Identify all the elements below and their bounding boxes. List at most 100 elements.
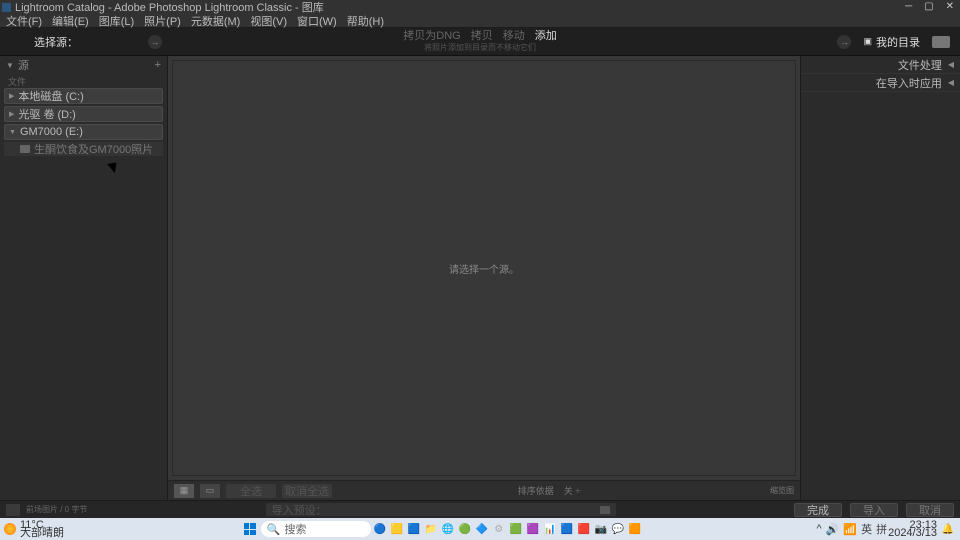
files-section-label: 文件 xyxy=(0,74,167,88)
copy-option[interactable]: 拷贝 xyxy=(471,31,493,42)
chevron-left-icon: ◀ xyxy=(948,60,954,69)
minimize-button[interactable]: ─ xyxy=(905,2,912,12)
menu-help[interactable]: 帮助(H) xyxy=(347,13,384,29)
window-controls: ─ ▢ ✕ xyxy=(905,2,958,12)
taskbar-app-icon[interactable]: ⚙ xyxy=(491,521,507,537)
taskbar-app-icon[interactable]: 🟦 xyxy=(559,521,575,537)
folder-label: 生酮饮食及GM7000照片 xyxy=(34,141,153,157)
taskbar-app-icon[interactable]: 📁 xyxy=(423,521,439,537)
search-placeholder: 搜索 xyxy=(284,521,306,537)
menu-edit[interactable]: 编辑(E) xyxy=(52,13,89,29)
thumbnail-zoom-label: 缩览图 xyxy=(770,487,794,495)
taskbar-app-icon[interactable]: 🔵 xyxy=(372,521,388,537)
windows-taskbar: 11°C 大部晴朗 🔍 搜索 🔵 🟨 🟦 📁 🌐 🟢 🔷 ⚙ 🟩 🟪 📊 🟦 🟥… xyxy=(0,518,960,540)
select-source-label: 选择源： xyxy=(34,34,78,50)
taskbar-app-icon[interactable]: 📊 xyxy=(542,521,558,537)
drive-label: 光驱 卷 (D:) xyxy=(18,106,75,122)
start-button[interactable] xyxy=(240,521,260,537)
source-arrow-button[interactable]: → xyxy=(148,35,162,49)
preview-area: 请选择一个源。 ▦ ▭ 全选 取消全选 排序依据 关 ÷ 缩览图 xyxy=(168,56,800,500)
menu-window[interactable]: 窗口(W) xyxy=(297,13,337,29)
sort-label: 排序依据 xyxy=(518,484,554,497)
add-option[interactable]: 添加 xyxy=(535,31,557,42)
clock-date: 2024/3/13 xyxy=(888,529,937,537)
bottom-bar: 前场图片 / 0 字节 导入预设： 完成 导入 取消 xyxy=(0,500,960,518)
taskbar-app-icon[interactable]: 🟢 xyxy=(457,521,473,537)
right-panel: 文件处理 ◀ 在导入时应用 ◀ xyxy=(800,56,960,500)
done-button[interactable]: 完成 xyxy=(794,503,842,517)
notifications-button[interactable]: 🔔 xyxy=(940,521,956,537)
menu-file[interactable]: 文件(F) xyxy=(6,13,42,29)
menu-library[interactable]: 图库(L) xyxy=(99,13,134,29)
grid-view-button[interactable]: ▦ xyxy=(174,484,194,498)
destination-label: 我的目录 xyxy=(876,34,920,50)
taskbar-app-icon[interactable]: 🌐 xyxy=(440,521,456,537)
minimize-panel-button[interactable] xyxy=(6,504,20,516)
taskbar-app-icon[interactable]: 🟧 xyxy=(627,521,643,537)
dest-arrow-button[interactable]: → xyxy=(837,35,851,49)
menu-photo[interactable]: 照片(P) xyxy=(144,13,181,29)
apply-during-import-section[interactable]: 在导入时应用 ◀ xyxy=(801,74,960,92)
app-icon xyxy=(2,3,11,12)
maximize-button[interactable]: ▢ xyxy=(924,2,933,12)
chevron-down-icon: ▼ xyxy=(9,129,16,136)
drive-label: GM7000 (E:) xyxy=(20,126,83,138)
taskbar-app-icon[interactable]: 💬 xyxy=(610,521,626,537)
import-summary: 前场图片 / 0 字节 xyxy=(26,504,87,515)
cancel-button[interactable]: 取消 xyxy=(906,503,954,517)
copy-as-dng-option[interactable]: 拷贝为DNG xyxy=(403,31,460,42)
tray-icon[interactable]: 📶 xyxy=(843,523,857,536)
chevron-left-icon: ◀ xyxy=(948,78,954,87)
folder-icon xyxy=(20,145,30,153)
folder-item[interactable]: 生酮饮食及GM7000照片 xyxy=(4,142,163,156)
sun-icon xyxy=(4,523,16,535)
search-icon: 🔍 xyxy=(267,523,281,536)
thumbnail-grid: 请选择一个源。 xyxy=(172,60,796,476)
loupe-view-button[interactable]: ▭ xyxy=(200,484,220,498)
chevron-right-icon: ▶ xyxy=(9,92,14,100)
taskbar-app-icon[interactable]: 🔷 xyxy=(474,521,490,537)
select-all-button[interactable]: 全选 xyxy=(226,484,276,498)
weather-widget[interactable]: 11°C 大部晴朗 xyxy=(4,521,64,537)
source-panel: ▼ 源 + 文件 ▶ 本地磁盘 (C:) ▶ 光驱 卷 (D:) ▼ GM700… xyxy=(0,56,168,500)
taskbar-app-icon[interactable]: 📷 xyxy=(593,521,609,537)
tray-icon[interactable]: 🔊 xyxy=(826,523,840,536)
taskbar-clock[interactable]: 23:13 2024/3/13 xyxy=(888,521,939,537)
taskbar-app-icon[interactable]: 🟦 xyxy=(406,521,422,537)
drive-d[interactable]: ▶ 光驱 卷 (D:) xyxy=(4,106,163,122)
destination-button[interactable]: ▣ 我的目录 xyxy=(863,34,920,50)
menubar: 文件(F) 编辑(E) 图库(L) 照片(P) 元数据(M) 视图(V) 窗口(… xyxy=(0,14,960,28)
source-panel-title: 源 xyxy=(18,57,29,73)
taskbar-app-icon[interactable]: 🟥 xyxy=(576,521,592,537)
drive-label: 本地磁盘 (C:) xyxy=(18,88,83,104)
section-label: 在导入时应用 xyxy=(876,75,942,91)
move-option[interactable]: 移动 xyxy=(503,31,525,42)
menu-metadata[interactable]: 元数据(M) xyxy=(191,13,241,29)
taskbar-app-icon[interactable]: 🟩 xyxy=(508,521,524,537)
taskbar-app-icon[interactable]: 🟨 xyxy=(389,521,405,537)
tray-icon[interactable]: ^ xyxy=(817,523,822,535)
empty-source-message: 请选择一个源。 xyxy=(449,261,519,276)
taskbar-app-icon[interactable]: 🟪 xyxy=(525,521,541,537)
grid-toolbar: ▦ ▭ 全选 取消全选 排序依据 关 ÷ 缩览图 xyxy=(168,480,800,500)
import-preset-field[interactable]: 导入预设： xyxy=(266,503,616,516)
drive-c[interactable]: ▶ 本地磁盘 (C:) xyxy=(4,88,163,104)
deselect-all-button[interactable]: 取消全选 xyxy=(282,484,332,498)
tray-ime[interactable]: 拼 xyxy=(876,521,887,537)
system-tray[interactable]: ^ 🔊 📶 英 拼 xyxy=(817,521,888,537)
flag-icon xyxy=(600,506,610,514)
chevron-down-icon: ▼ xyxy=(6,61,14,70)
menu-view[interactable]: 视图(V) xyxy=(250,13,287,29)
tray-ime[interactable]: 英 xyxy=(861,521,872,537)
sort-value[interactable]: 关 ÷ xyxy=(564,484,580,497)
add-source-button[interactable]: + xyxy=(155,59,161,71)
drive-e[interactable]: ▼ GM7000 (E:) xyxy=(4,124,163,140)
source-panel-header[interactable]: ▼ 源 + xyxy=(0,56,167,74)
taskbar-search[interactable]: 🔍 搜索 xyxy=(261,521,371,537)
close-button[interactable]: ✕ xyxy=(946,2,954,12)
chevron-right-icon: ▶ xyxy=(9,110,14,118)
import-button[interactable]: 导入 xyxy=(850,503,898,517)
file-handling-section[interactable]: 文件处理 ◀ xyxy=(801,56,960,74)
hdd-icon xyxy=(932,36,950,48)
import-top-strip: 选择源： → 拷贝为DNG 拷贝 移动 添加 将照片添加到目录而不移动它们 → … xyxy=(0,28,960,56)
